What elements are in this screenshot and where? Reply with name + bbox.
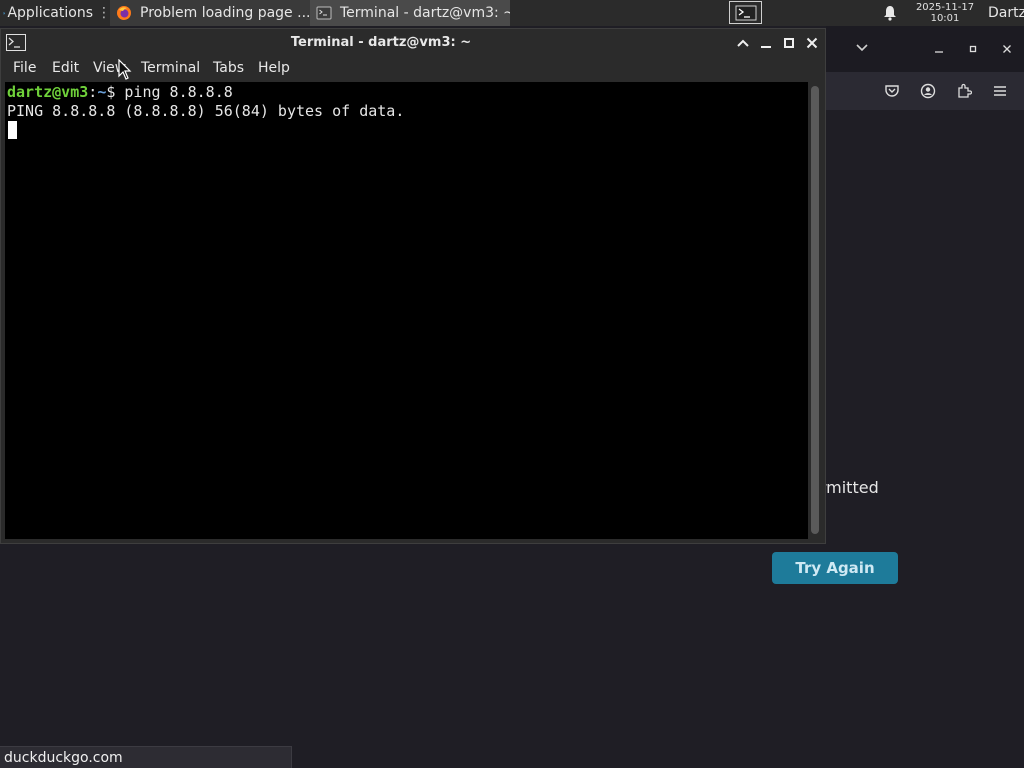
command-line: dartz@vm3:~$ ping 8.8.8.8 — [7, 83, 233, 102]
firefox-toolbar — [826, 72, 1024, 110]
firefox-window — [826, 26, 1024, 768]
close-icon — [1003, 45, 1011, 53]
maximize-button[interactable] — [780, 33, 798, 53]
terminal-window: Terminal - dartz@vm3: ~ File Edit View T… — [0, 28, 826, 544]
xfce-logo-icon — [3, 11, 6, 14]
ff-minimize-button[interactable] — [930, 40, 948, 58]
list-all-tabs-button[interactable] — [852, 38, 872, 58]
minimize-button[interactable] — [757, 33, 775, 53]
output-line: PING 8.8.8.8 (8.8.8.8) 56(84) bytes of d… — [7, 102, 405, 120]
pocket-icon — [885, 85, 899, 97]
menu-terminal[interactable]: Terminal — [141, 60, 200, 76]
maximize-icon — [784, 38, 794, 48]
app-menu-button[interactable] — [990, 81, 1010, 101]
account-button[interactable] — [918, 81, 938, 101]
window-title: Terminal - dartz@vm3: ~ — [290, 35, 472, 50]
clock-date: 2025-11-17 — [915, 2, 975, 13]
ff-maximize-button[interactable] — [964, 40, 982, 58]
menu-edit[interactable]: Edit — [52, 60, 79, 76]
ff-close-button[interactable] — [998, 40, 1016, 58]
close-icon — [806, 37, 818, 49]
prompt-user: dartz@vm3 — [7, 83, 89, 101]
text-cursor — [8, 121, 17, 139]
minimize-icon — [761, 46, 771, 48]
applications-menu[interactable]: Applications ⋮ — [0, 0, 111, 26]
puzzle-icon — [958, 83, 972, 98]
terminal-icon — [735, 5, 756, 20]
separator-icon: ⋮ — [97, 5, 111, 21]
chevron-down-icon — [856, 44, 868, 52]
clock-time: 10:01 — [930, 13, 960, 24]
clock[interactable]: 2025-11-17 10:01 — [906, 0, 984, 26]
chevron-up-icon — [737, 39, 749, 47]
prompt-path: ~ — [97, 83, 107, 101]
notifications-button[interactable] — [881, 0, 899, 26]
bell-icon — [884, 6, 896, 21]
applications-label: Applications — [7, 5, 93, 21]
taskbar-terminal[interactable]: Terminal - dartz@vm3: ~ — [310, 0, 510, 26]
taskbar-terminal-label: Terminal - dartz@vm3: ~ — [340, 5, 510, 21]
shade-button[interactable] — [734, 33, 752, 53]
taskbar-firefox[interactable]: Problem loading page ... — [110, 0, 310, 26]
menu-file[interactable]: File — [13, 60, 36, 76]
prompt-separator: : — [88, 83, 98, 101]
maximize-icon — [969, 45, 977, 53]
command-text: ping 8.8.8.8 — [124, 83, 233, 101]
prompt-symbol: $ — [106, 83, 116, 101]
account-icon — [920, 83, 936, 99]
terminal-icon — [316, 6, 332, 20]
mouse-cursor-icon — [118, 59, 132, 80]
firefox-tabbar — [826, 26, 1024, 72]
status-bar-url: duckduckgo.com — [0, 746, 292, 768]
menu-help[interactable]: Help — [258, 60, 290, 76]
terminal-output[interactable]: dartz@vm3:~$ ping 8.8.8.8 PING 8.8.8.8 (… — [5, 82, 808, 539]
pocket-button[interactable] — [882, 81, 902, 101]
scrollbar-thumb[interactable] — [811, 86, 819, 534]
firefox-icon — [117, 6, 131, 20]
scrollbar[interactable] — [810, 84, 820, 536]
menu-tabs[interactable]: Tabs — [213, 60, 244, 76]
try-again-button[interactable]: Try Again — [772, 552, 898, 584]
close-button[interactable] — [803, 33, 821, 53]
taskbar-firefox-label: Problem loading page ... — [140, 5, 310, 21]
terminal-titlebar[interactable]: Terminal - dartz@vm3: ~ — [1, 29, 825, 57]
top-panel: Applications ⋮ Problem loading page ... … — [0, 0, 1024, 26]
minimize-icon — [935, 51, 943, 53]
user-menu[interactable]: Dartz — [988, 0, 1024, 26]
workspace-switcher[interactable] — [729, 1, 762, 24]
hamburger-menu-icon — [994, 86, 1006, 96]
extensions-button[interactable] — [954, 81, 974, 101]
